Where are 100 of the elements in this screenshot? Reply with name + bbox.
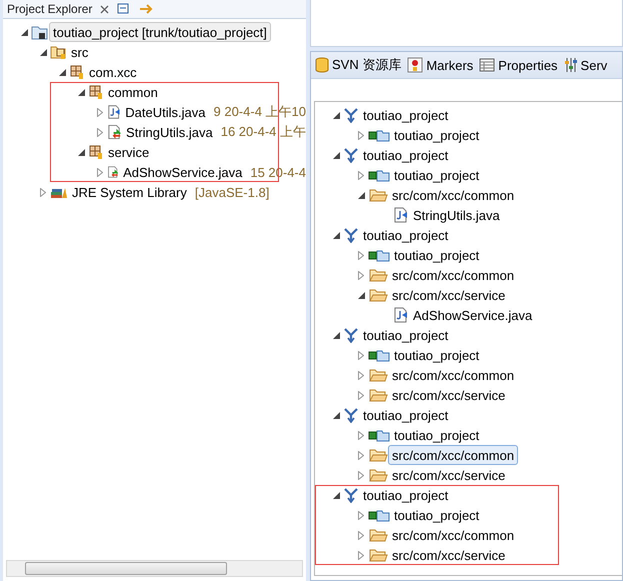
collapsed-arrow-icon[interactable] (40, 188, 46, 196)
expanded-arrow-icon[interactable] (58, 68, 66, 76)
item-decoration: 16 20-4-4 上午 (220, 123, 306, 141)
expanded-arrow-icon[interactable] (20, 28, 28, 36)
folder-icon (368, 447, 388, 463)
folder-icon (368, 547, 388, 563)
collapsed-arrow-icon[interactable] (358, 550, 364, 560)
java-file-icon (393, 307, 409, 323)
collapse-all-icon[interactable] (117, 3, 132, 15)
tree-item[interactable]: service (104, 142, 154, 162)
collapsed-arrow-icon[interactable] (358, 350, 364, 360)
project-folder-icon (31, 24, 49, 40)
tree-item[interactable]: toutiao_project (359, 145, 452, 165)
tree-item[interactable]: src/com/xcc/common (388, 365, 518, 385)
collapsed-arrow-icon[interactable] (358, 510, 364, 520)
collapsed-arrow-icon[interactable] (358, 270, 364, 280)
expanded-arrow-icon[interactable] (78, 148, 84, 156)
tree-item[interactable]: toutiao_project (359, 225, 452, 245)
view-tab[interactable]: SVN 资源库 (315, 56, 402, 74)
view-tab[interactable]: Serv (564, 57, 608, 73)
java-file-icon (107, 124, 122, 140)
package-icon (88, 144, 104, 160)
view-tab[interactable]: Markers (407, 57, 474, 73)
collapsed-arrow-icon[interactable] (97, 168, 103, 176)
collapsed-arrow-icon[interactable] (358, 470, 364, 480)
tree-item[interactable]: toutiao_project (390, 345, 484, 365)
tree-item[interactable]: toutiao_project (390, 425, 484, 445)
java-file-icon (393, 207, 409, 223)
scrollbar-thumb[interactable] (25, 562, 227, 575)
collapsed-arrow-icon[interactable] (358, 450, 364, 460)
collapsed-arrow-icon[interactable] (358, 250, 364, 260)
tree-item[interactable]: toutiao_project (390, 505, 484, 525)
tree-item[interactable]: src/com/xcc/service (388, 465, 510, 485)
expanded-arrow-icon[interactable] (358, 192, 364, 198)
folder-icon (368, 187, 388, 203)
item-decoration: [JavaSE-1.8] (194, 184, 270, 200)
sliders-icon (564, 57, 578, 73)
tree-item[interactable]: AdShowService.java (409, 305, 536, 325)
tree-item[interactable]: StringUtils.java (409, 205, 504, 225)
collapsed-arrow-icon[interactable] (358, 430, 364, 440)
expanded-arrow-icon[interactable] (332, 332, 340, 338)
java-file-icon (107, 164, 120, 180)
tree-item[interactable]: toutiao_project (390, 125, 484, 145)
tree-item[interactable]: toutiao_project (359, 105, 452, 125)
tree-item[interactable]: src/com/xcc/common (388, 265, 518, 285)
tree-item[interactable]: DateUtils.java (121, 102, 210, 122)
collapsed-arrow-icon[interactable] (358, 130, 364, 140)
horizontal-scrollbar[interactable] (6, 560, 303, 577)
branch-icon (343, 407, 359, 423)
expanded-arrow-icon[interactable] (332, 152, 340, 158)
tree-item[interactable]: com.xcc (85, 62, 141, 82)
expanded-arrow-icon[interactable] (332, 232, 340, 238)
collapsed-arrow-icon[interactable] (358, 530, 364, 540)
folder-icon (368, 467, 388, 483)
branch-icon (343, 227, 359, 243)
tree-item[interactable]: src/com/xcc/common (388, 525, 518, 545)
close-icon[interactable] (100, 4, 110, 14)
collapsed-arrow-icon[interactable] (97, 128, 103, 136)
folder-icon (368, 367, 388, 383)
tree-item[interactable]: JRE System Library (68, 182, 191, 202)
branch-icon (343, 487, 359, 503)
expanded-arrow-icon[interactable] (332, 492, 340, 498)
collapsed-arrow-icon[interactable] (97, 108, 103, 116)
table-icon (479, 58, 496, 72)
folder-icon (368, 527, 388, 543)
tree-item[interactable]: toutiao_project (359, 405, 452, 425)
tree-item[interactable]: toutiao_project (390, 245, 484, 265)
tree-item[interactable]: src (67, 42, 92, 62)
tree-item[interactable]: toutiao_project [trunk/toutiao_project] (49, 22, 271, 42)
markers-icon (407, 57, 424, 73)
tree-item[interactable]: toutiao_project (359, 325, 452, 345)
tree-item[interactable]: toutiao_project (359, 485, 452, 505)
database-icon (315, 57, 329, 73)
package-icon (88, 84, 104, 100)
tree-item[interactable]: src/com/xcc/service (388, 285, 510, 305)
tree-item[interactable]: common (104, 82, 162, 102)
folder-icon (368, 387, 388, 403)
tree-item[interactable]: src/com/xcc/service (388, 385, 510, 405)
package-icon (69, 64, 85, 80)
expanded-arrow-icon[interactable] (78, 88, 84, 96)
folder-icon (368, 287, 388, 303)
tree-item[interactable]: AdShowService.java (119, 162, 246, 182)
collapsed-arrow-icon[interactable] (358, 170, 364, 180)
collapsed-arrow-icon[interactable] (358, 370, 364, 380)
tree-item[interactable]: src/com/xcc/service (388, 545, 510, 565)
expanded-arrow-icon[interactable] (40, 48, 46, 56)
branch-icon (343, 107, 359, 123)
collapsed-arrow-icon[interactable] (358, 390, 364, 400)
branch-icon (343, 327, 359, 343)
expanded-arrow-icon[interactable] (332, 412, 340, 418)
expanded-arrow-icon[interactable] (358, 292, 364, 298)
tree-item[interactable]: src/com/xcc/common (388, 185, 518, 205)
view-tab[interactable]: Properties (479, 58, 558, 72)
tree-item[interactable]: StringUtils.java (122, 122, 217, 142)
branch-icon (343, 147, 359, 163)
folder-icon (368, 267, 388, 283)
tree-item[interactable]: src/com/xcc/common (388, 445, 518, 465)
tree-item[interactable]: toutiao_project (390, 165, 484, 185)
source-folder-icon (50, 44, 67, 60)
expanded-arrow-icon[interactable] (332, 112, 340, 118)
